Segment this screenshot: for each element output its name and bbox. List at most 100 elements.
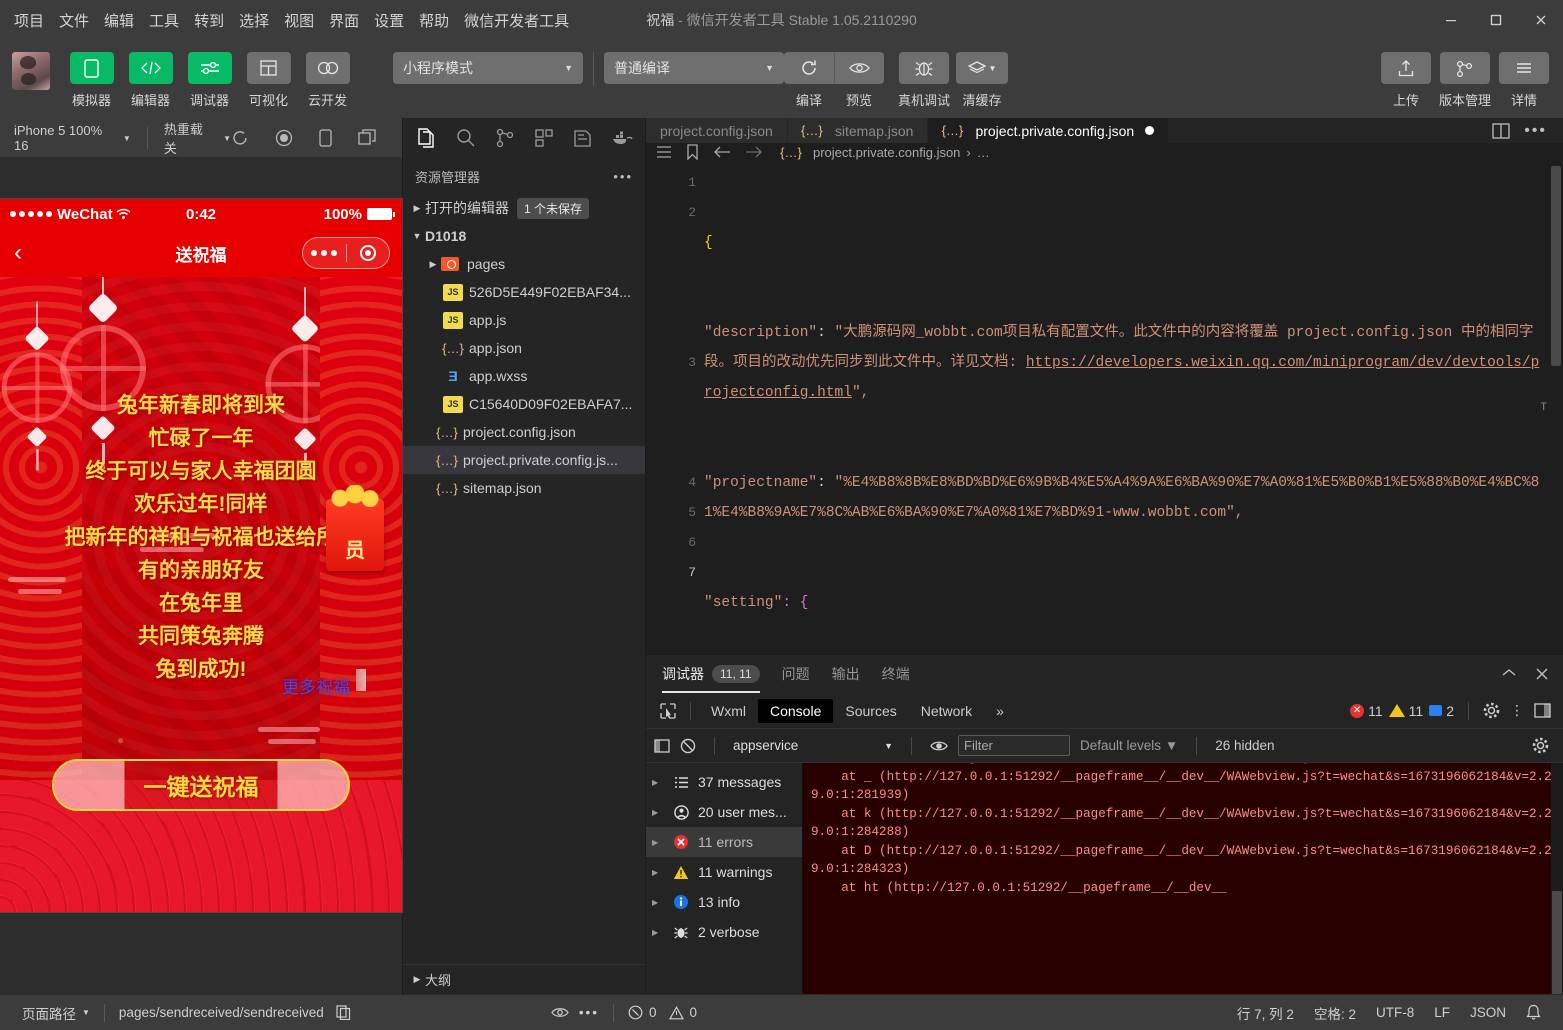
editor-scrollbar[interactable] <box>1549 162 1563 654</box>
console-filter-info[interactable]: ▶ 13 info <box>646 887 802 917</box>
bookmark-icon[interactable] <box>686 144 699 160</box>
remote-debug-button[interactable] <box>899 52 949 84</box>
more-actions-icon[interactable]: ••• <box>1524 122 1547 140</box>
devtools-tab-console[interactable]: Console <box>758 699 833 723</box>
console-output[interactable]: __/__dev__/WAWebview.js?t=wechat&s=16731… <box>803 763 1563 994</box>
device-select[interactable]: iPhone 5 100% 16 ▼ <box>14 123 131 153</box>
console-settings-icon[interactable] <box>1532 737 1555 754</box>
back-arrow-icon[interactable] <box>713 145 731 159</box>
maximize-button[interactable] <box>1473 0 1518 40</box>
menu-item-interface[interactable]: 界面 <box>329 10 359 31</box>
toolbar-visualization-button[interactable]: 可视化 <box>239 40 298 109</box>
error-count[interactable]: ✕ 11 <box>1350 703 1383 719</box>
file-row-project-private-config[interactable]: {…} project.private.config.js... <box>403 446 645 474</box>
console-sidebar-icon[interactable] <box>654 739 670 753</box>
clear-console-icon[interactable] <box>680 738 696 754</box>
tab-project-private-config[interactable]: {…} project.private.config.json <box>928 118 1169 143</box>
file-row[interactable]: JS 526D5E449F02EBAF34... <box>403 278 645 306</box>
menu-item-project[interactable]: 项目 <box>14 10 44 31</box>
inspect-element-icon[interactable] <box>654 703 682 719</box>
multi-window-icon[interactable] <box>358 129 376 147</box>
device-icon[interactable] <box>319 129 332 147</box>
code-editor[interactable]: 1 2 3 4 5 6 7 { "description": "大鹏源码网_wo… <box>646 162 1563 654</box>
details-button[interactable] <box>1499 52 1549 84</box>
indentation[interactable]: 空格: 2 <box>1304 1003 1366 1023</box>
menu-item-help[interactable]: 帮助 <box>419 10 449 31</box>
file-row-project-config[interactable]: {…} project.config.json <box>403 418 645 446</box>
target-circle-icon[interactable] <box>347 245 390 261</box>
more-blessing-link[interactable]: 更多祝福 <box>282 673 350 698</box>
settings-gear-icon[interactable] <box>1483 702 1500 719</box>
close-button[interactable] <box>1518 0 1563 40</box>
menu-item-file[interactable]: 文件 <box>59 10 89 31</box>
more-horizontal-icon[interactable]: ••• <box>613 169 633 184</box>
menu-item-goto[interactable]: 转到 <box>194 10 224 31</box>
bell-icon[interactable] <box>1516 1004 1551 1021</box>
language-mode[interactable]: JSON <box>1460 1005 1516 1020</box>
tab-problems[interactable]: 问题 <box>782 655 810 693</box>
tab-output[interactable]: 输出 <box>832 655 860 693</box>
menu-item-edit[interactable]: 编辑 <box>104 10 134 31</box>
devtools-more-tabs-icon[interactable]: » <box>984 699 1016 723</box>
close-panel-icon[interactable] <box>1535 667 1549 681</box>
devtools-tab-wxml[interactable]: Wxml <box>699 699 758 723</box>
hot-reload-select[interactable]: 热重载 关 ▼ <box>164 119 231 157</box>
status-more-icon[interactable]: ••• <box>569 1005 609 1020</box>
cursor-position[interactable]: 行 7, 列 2 <box>1227 1003 1304 1023</box>
live-expression-icon[interactable] <box>930 739 948 753</box>
file-row-app-json[interactable]: {…} app.json <box>403 334 645 362</box>
breadcrumb-path[interactable]: {…} project.private.config.json › … <box>781 145 990 160</box>
problems-indicator[interactable]: 0 0 <box>618 1005 707 1020</box>
menu-item-tools[interactable]: 工具 <box>149 10 179 31</box>
source-control-icon[interactable] <box>485 118 524 158</box>
console-levels-select[interactable]: Default levels ▼ <box>1080 738 1178 753</box>
rotate-icon[interactable] <box>231 129 249 147</box>
collapse-panel-icon[interactable] <box>1501 667 1517 681</box>
send-blessing-button[interactable]: 一键送祝福 <box>52 759 350 811</box>
message-count[interactable]: 2 <box>1429 703 1454 719</box>
forward-arrow-icon[interactable] <box>745 145 763 159</box>
toolbar-editor-button[interactable]: 编辑器 <box>121 40 180 109</box>
menu-item-view[interactable]: 视图 <box>284 10 314 31</box>
minimap[interactable]: T <box>1540 402 1547 414</box>
file-row-app-wxss[interactable]: Ǝ app.wxss <box>403 362 645 390</box>
console-context-select[interactable]: appservice ▼ <box>733 738 893 753</box>
avatar[interactable] <box>12 52 50 90</box>
outline-section[interactable]: ▶ 大纲 <box>403 964 645 994</box>
tab-debugger[interactable]: 调试器 11, 11 <box>662 655 760 693</box>
file-row[interactable]: JS C15640D09F02EBAFA7... <box>403 390 645 418</box>
encoding[interactable]: UTF-8 <box>1366 1005 1424 1020</box>
menu-item-settings[interactable]: 设置 <box>374 10 404 31</box>
toolbar-debugger-button[interactable]: 调试器 <box>180 40 239 109</box>
file-row-pages[interactable]: ▶ pages <box>403 250 645 278</box>
upload-button[interactable] <box>1381 52 1431 84</box>
copy-icon[interactable] <box>336 1005 351 1020</box>
devtools-tab-network[interactable]: Network <box>909 699 984 723</box>
file-row-sitemap[interactable]: {…} sitemap.json <box>403 474 645 502</box>
scrollbar-thumb[interactable] <box>1551 166 1561 366</box>
dock-icon[interactable] <box>1534 703 1551 718</box>
split-editor-icon[interactable] <box>1492 123 1510 139</box>
compile-select[interactable]: 普通编译 ▼ <box>604 52 784 84</box>
clear-cache-button[interactable]: ▼ <box>956 52 1008 84</box>
console-filter-verbose[interactable]: ▶ 2 verbose <box>646 917 802 947</box>
scrollbar-thumb[interactable] <box>1552 891 1562 994</box>
preview-button[interactable] <box>834 52 884 84</box>
search-icon[interactable] <box>446 118 485 158</box>
version-button[interactable] <box>1440 52 1490 84</box>
devtools-tab-sources[interactable]: Sources <box>833 699 908 723</box>
record-icon[interactable] <box>275 129 293 147</box>
more-dots-icon[interactable] <box>303 250 346 256</box>
console-filter-messages[interactable]: ▶ 37 messages <box>646 767 802 797</box>
console-filter-input[interactable]: Filter <box>958 735 1070 756</box>
menu-item-select[interactable]: 选择 <box>239 10 269 31</box>
tab-project-config[interactable]: project.config.json <box>646 118 788 143</box>
extensions-icon[interactable] <box>524 118 563 158</box>
toolbar-cloud-button[interactable]: 云开发 <box>298 40 357 109</box>
debug-icon[interactable] <box>563 118 602 158</box>
mode-select[interactable]: 小程序模式 ▼ <box>393 52 583 84</box>
outline-icon[interactable] <box>656 145 672 159</box>
console-scrollbar[interactable] <box>1551 763 1563 994</box>
menu-item-devtools[interactable]: 微信开发者工具 <box>464 10 569 31</box>
compile-button[interactable] <box>784 52 834 84</box>
